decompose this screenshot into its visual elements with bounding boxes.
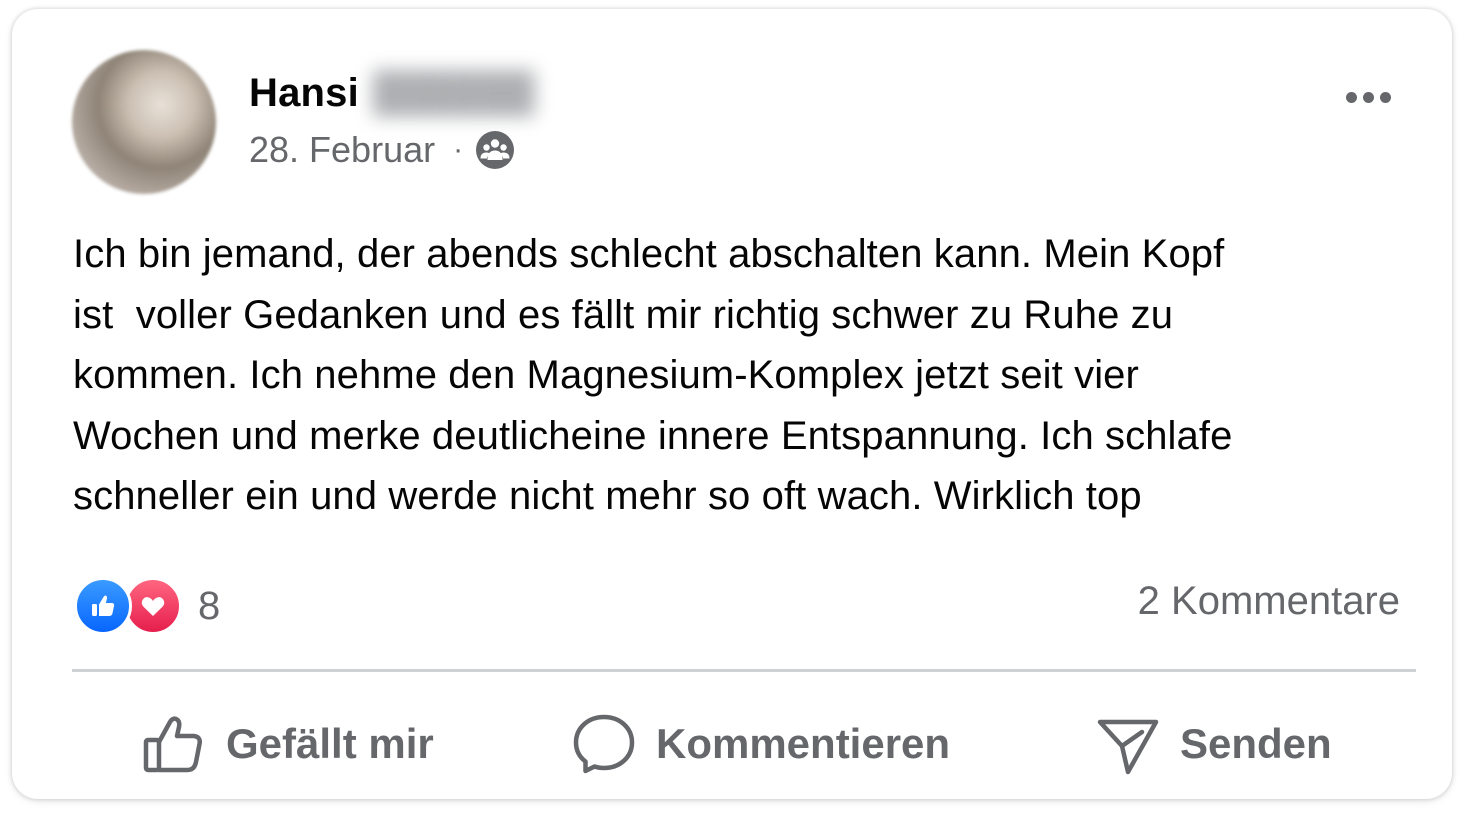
post-date[interactable]: 28. Februar: [249, 129, 435, 171]
post-text: Ich bin jemand, der abends schlecht absc…: [73, 232, 1233, 518]
more-options-button[interactable]: [1332, 75, 1404, 119]
reaction-count: 8: [198, 583, 221, 628]
more-dot: [1379, 91, 1391, 103]
meta-separator: ·: [453, 133, 464, 166]
more-dot: [1362, 91, 1374, 103]
like-button[interactable]: Gefällt mir: [142, 699, 434, 789]
reactions-summary[interactable]: 8: [74, 576, 220, 636]
group-icon[interactable]: [475, 130, 515, 170]
avatar[interactable]: [72, 50, 216, 194]
like-reaction-icon: [74, 577, 132, 635]
like-label: Gefällt mir: [226, 720, 434, 767]
post-meta: 28. Februar ·: [249, 127, 515, 173]
send-button[interactable]: Senden: [1096, 699, 1332, 789]
post-card: Hansi ██████ 28. Februar · Ich bin jeman…: [12, 9, 1452, 799]
author-line: Hansi ██████: [249, 69, 534, 117]
author-name[interactable]: Hansi: [249, 71, 359, 116]
love-reaction-icon: [124, 577, 182, 635]
more-horizontal-icon: [1345, 91, 1357, 103]
comment-label: Kommentieren: [656, 720, 951, 767]
divider: [72, 669, 1416, 672]
send-icon: [1096, 712, 1160, 776]
send-label: Senden: [1180, 720, 1332, 767]
comment-button[interactable]: Kommentieren: [572, 699, 950, 789]
action-bar: Gefällt mir Kommentieren Senden: [72, 699, 1416, 789]
comments-count-link[interactable]: 2 Kommentare: [1138, 579, 1400, 624]
redacted-surname: ██████: [372, 71, 535, 114]
thumbs-up-icon: [142, 712, 206, 776]
comment-bubble-icon: [572, 712, 636, 776]
